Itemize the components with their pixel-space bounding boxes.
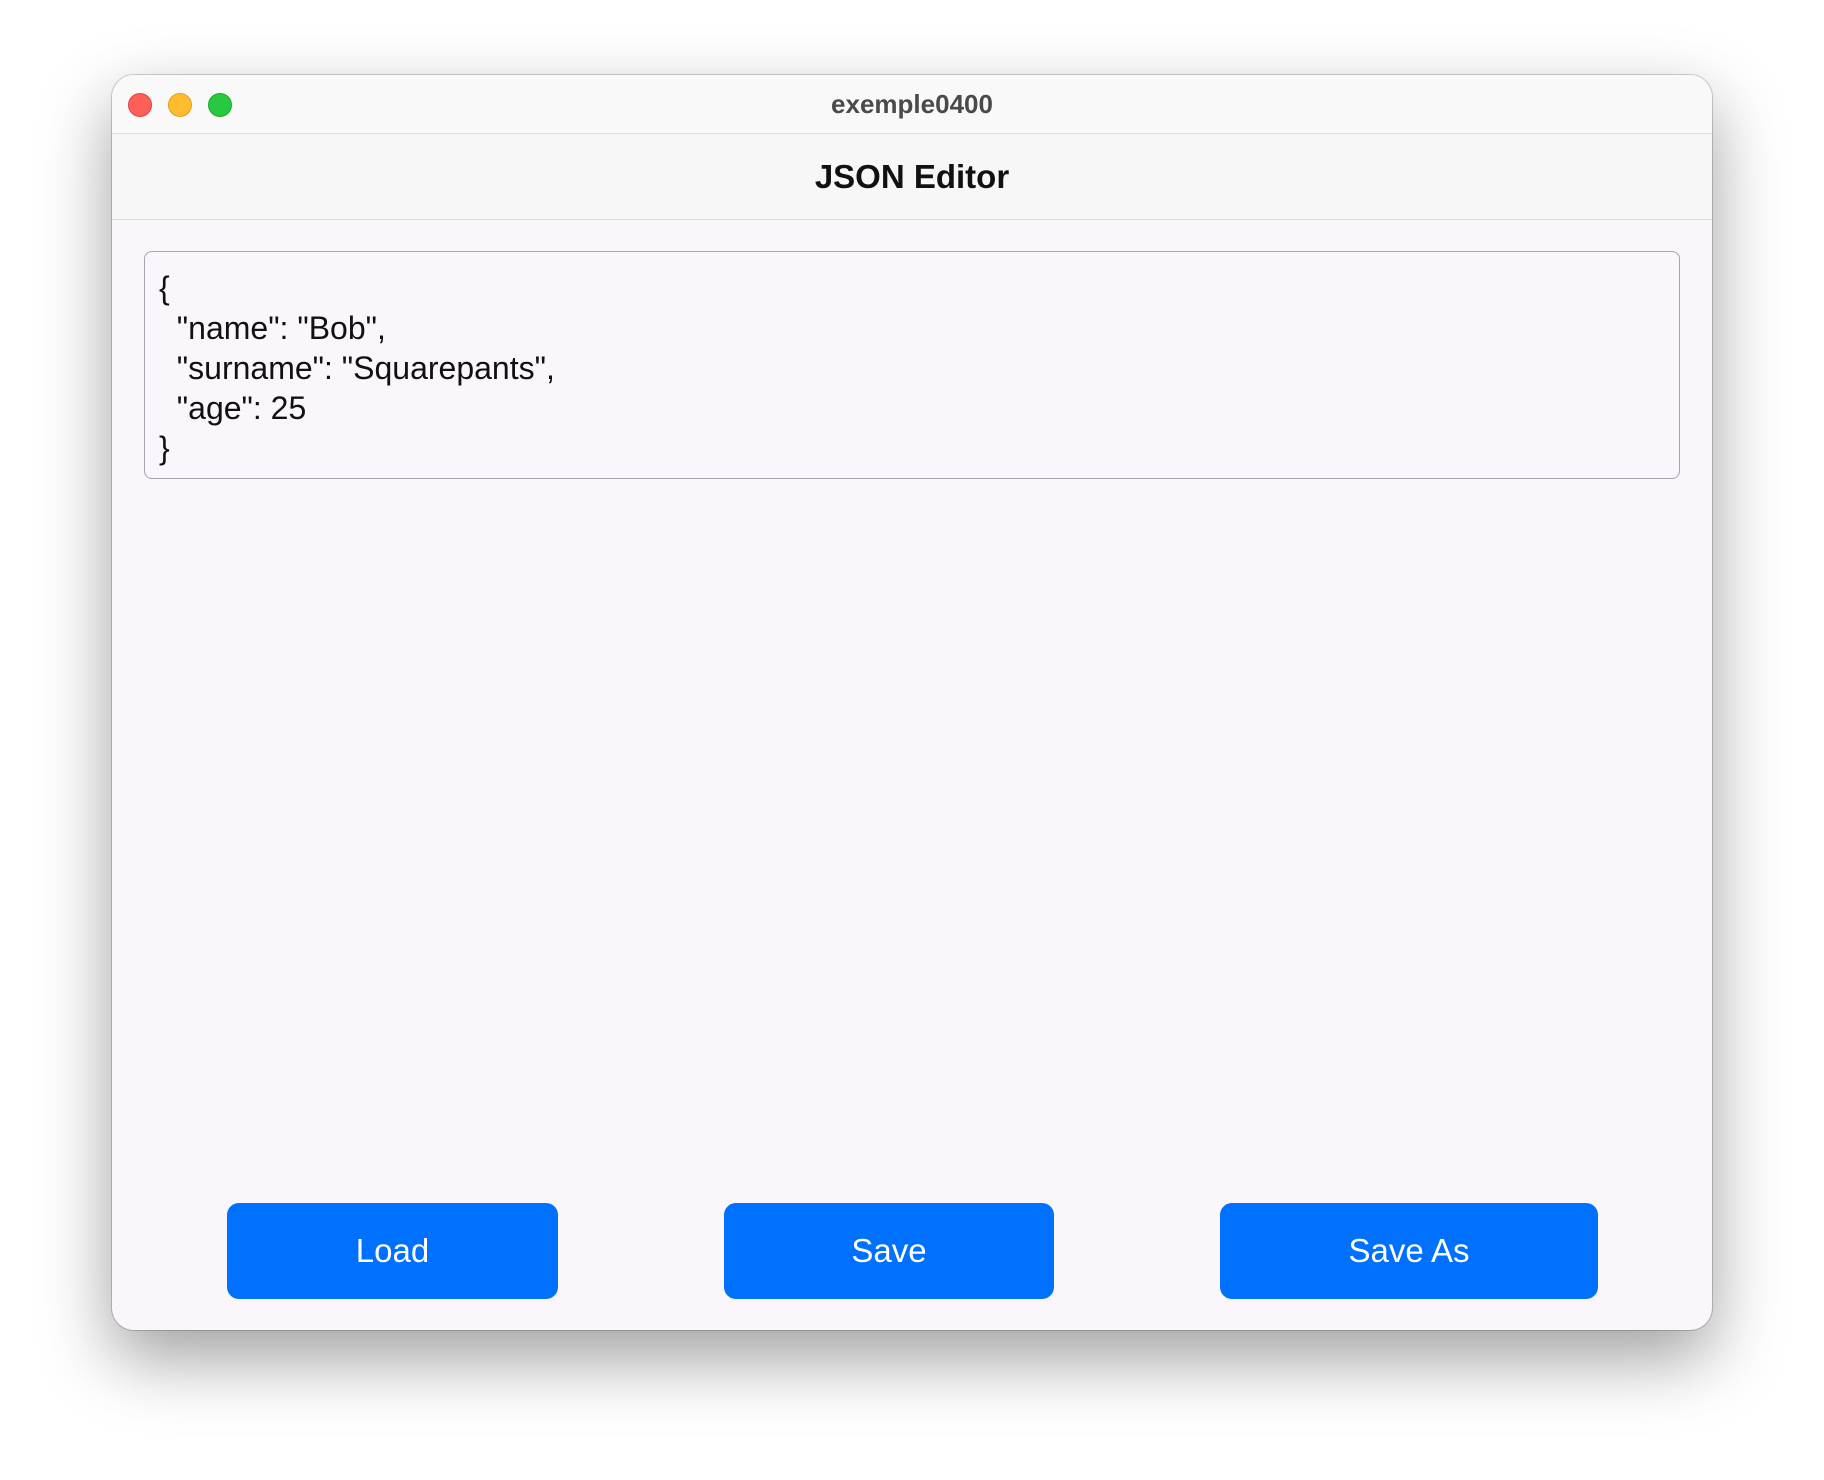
title-bar[interactable]: exemple0400 (112, 75, 1712, 134)
json-editor-textarea[interactable]: { "name": "Bob", "surname": "Squarepants… (144, 251, 1680, 479)
app-window: exemple0400 JSON Editor { "name": "Bob",… (112, 75, 1712, 1330)
save-button[interactable]: Save (724, 1203, 1054, 1299)
window-title: exemple0400 (831, 89, 993, 119)
load-button[interactable]: Load (227, 1203, 558, 1299)
save-as-button[interactable]: Save As (1220, 1203, 1598, 1299)
navigation-bar: JSON Editor (112, 134, 1712, 220)
page-title: JSON Editor (814, 158, 1010, 195)
